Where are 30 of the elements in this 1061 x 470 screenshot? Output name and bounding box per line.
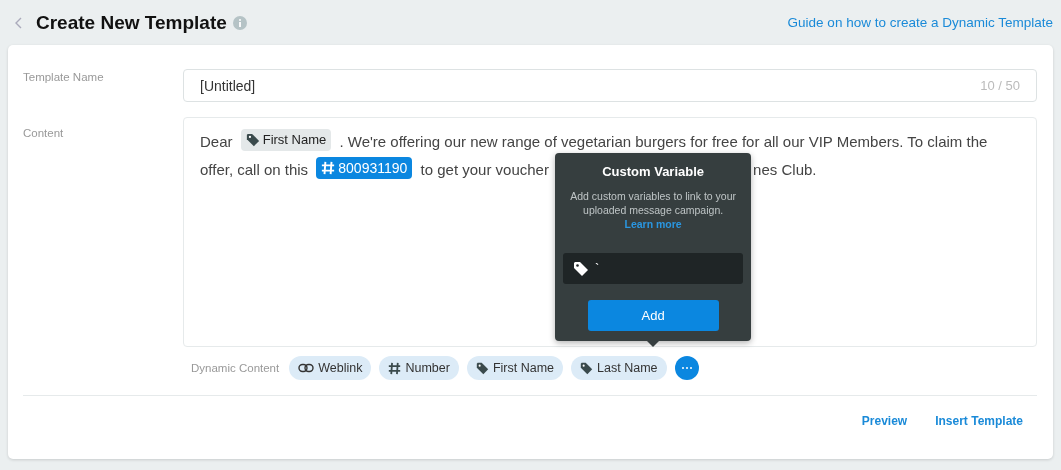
field-label: Content [23, 126, 65, 141]
link-icon [298, 363, 315, 373]
insert-template-button[interactable]: Insert Template [935, 414, 1023, 428]
tag-icon [580, 361, 594, 375]
dynamic-content-chip[interactable]: First Name [466, 356, 564, 380]
dynamic-content-chip[interactable]: Last Name [571, 356, 667, 380]
info-icon[interactable] [232, 15, 247, 30]
number-tag[interactable]: 800931190 [316, 157, 413, 179]
hash-icon [388, 361, 402, 375]
field-label: Template Name [23, 70, 105, 85]
add-button[interactable]: Add [587, 300, 719, 332]
page-title: Create New Template [36, 11, 227, 34]
character-counter: 10 / 50 [980, 78, 1020, 93]
variable-tag[interactable]: First Name [240, 129, 332, 151]
popover-arrow-icon [647, 341, 660, 348]
variable-input[interactable]: ` [563, 253, 744, 285]
template-name-field[interactable]: [Untitled] 10 / 50 [183, 69, 1037, 102]
preview-button[interactable]: Preview [861, 414, 908, 428]
back-icon[interactable] [14, 16, 22, 29]
dynamic-content-label: Dynamic Content [191, 362, 280, 374]
hash-icon [321, 161, 336, 175]
popover-description: Add custom variables to link to your uploaded message campaign. [569, 189, 737, 218]
content-editor[interactable]: Dear First Name . We're offering our new range of vegetarian burgers for free for all our VIP Members. To claim the offer, call on this 800931190 to get your voucher Custom Variable Add custom variables to link to your uploaded message campaign. Learn more ` Add nes Club. [183, 117, 1037, 347]
tag-icon [573, 260, 590, 277]
dynamic-content-chip[interactable]: Weblink [289, 356, 372, 380]
tag-icon [245, 133, 260, 147]
tag-icon [475, 361, 489, 375]
popover-title: Custom Variable [602, 163, 705, 182]
more-button[interactable] [674, 356, 699, 380]
dynamic-content-chip[interactable]: Number [379, 356, 459, 380]
